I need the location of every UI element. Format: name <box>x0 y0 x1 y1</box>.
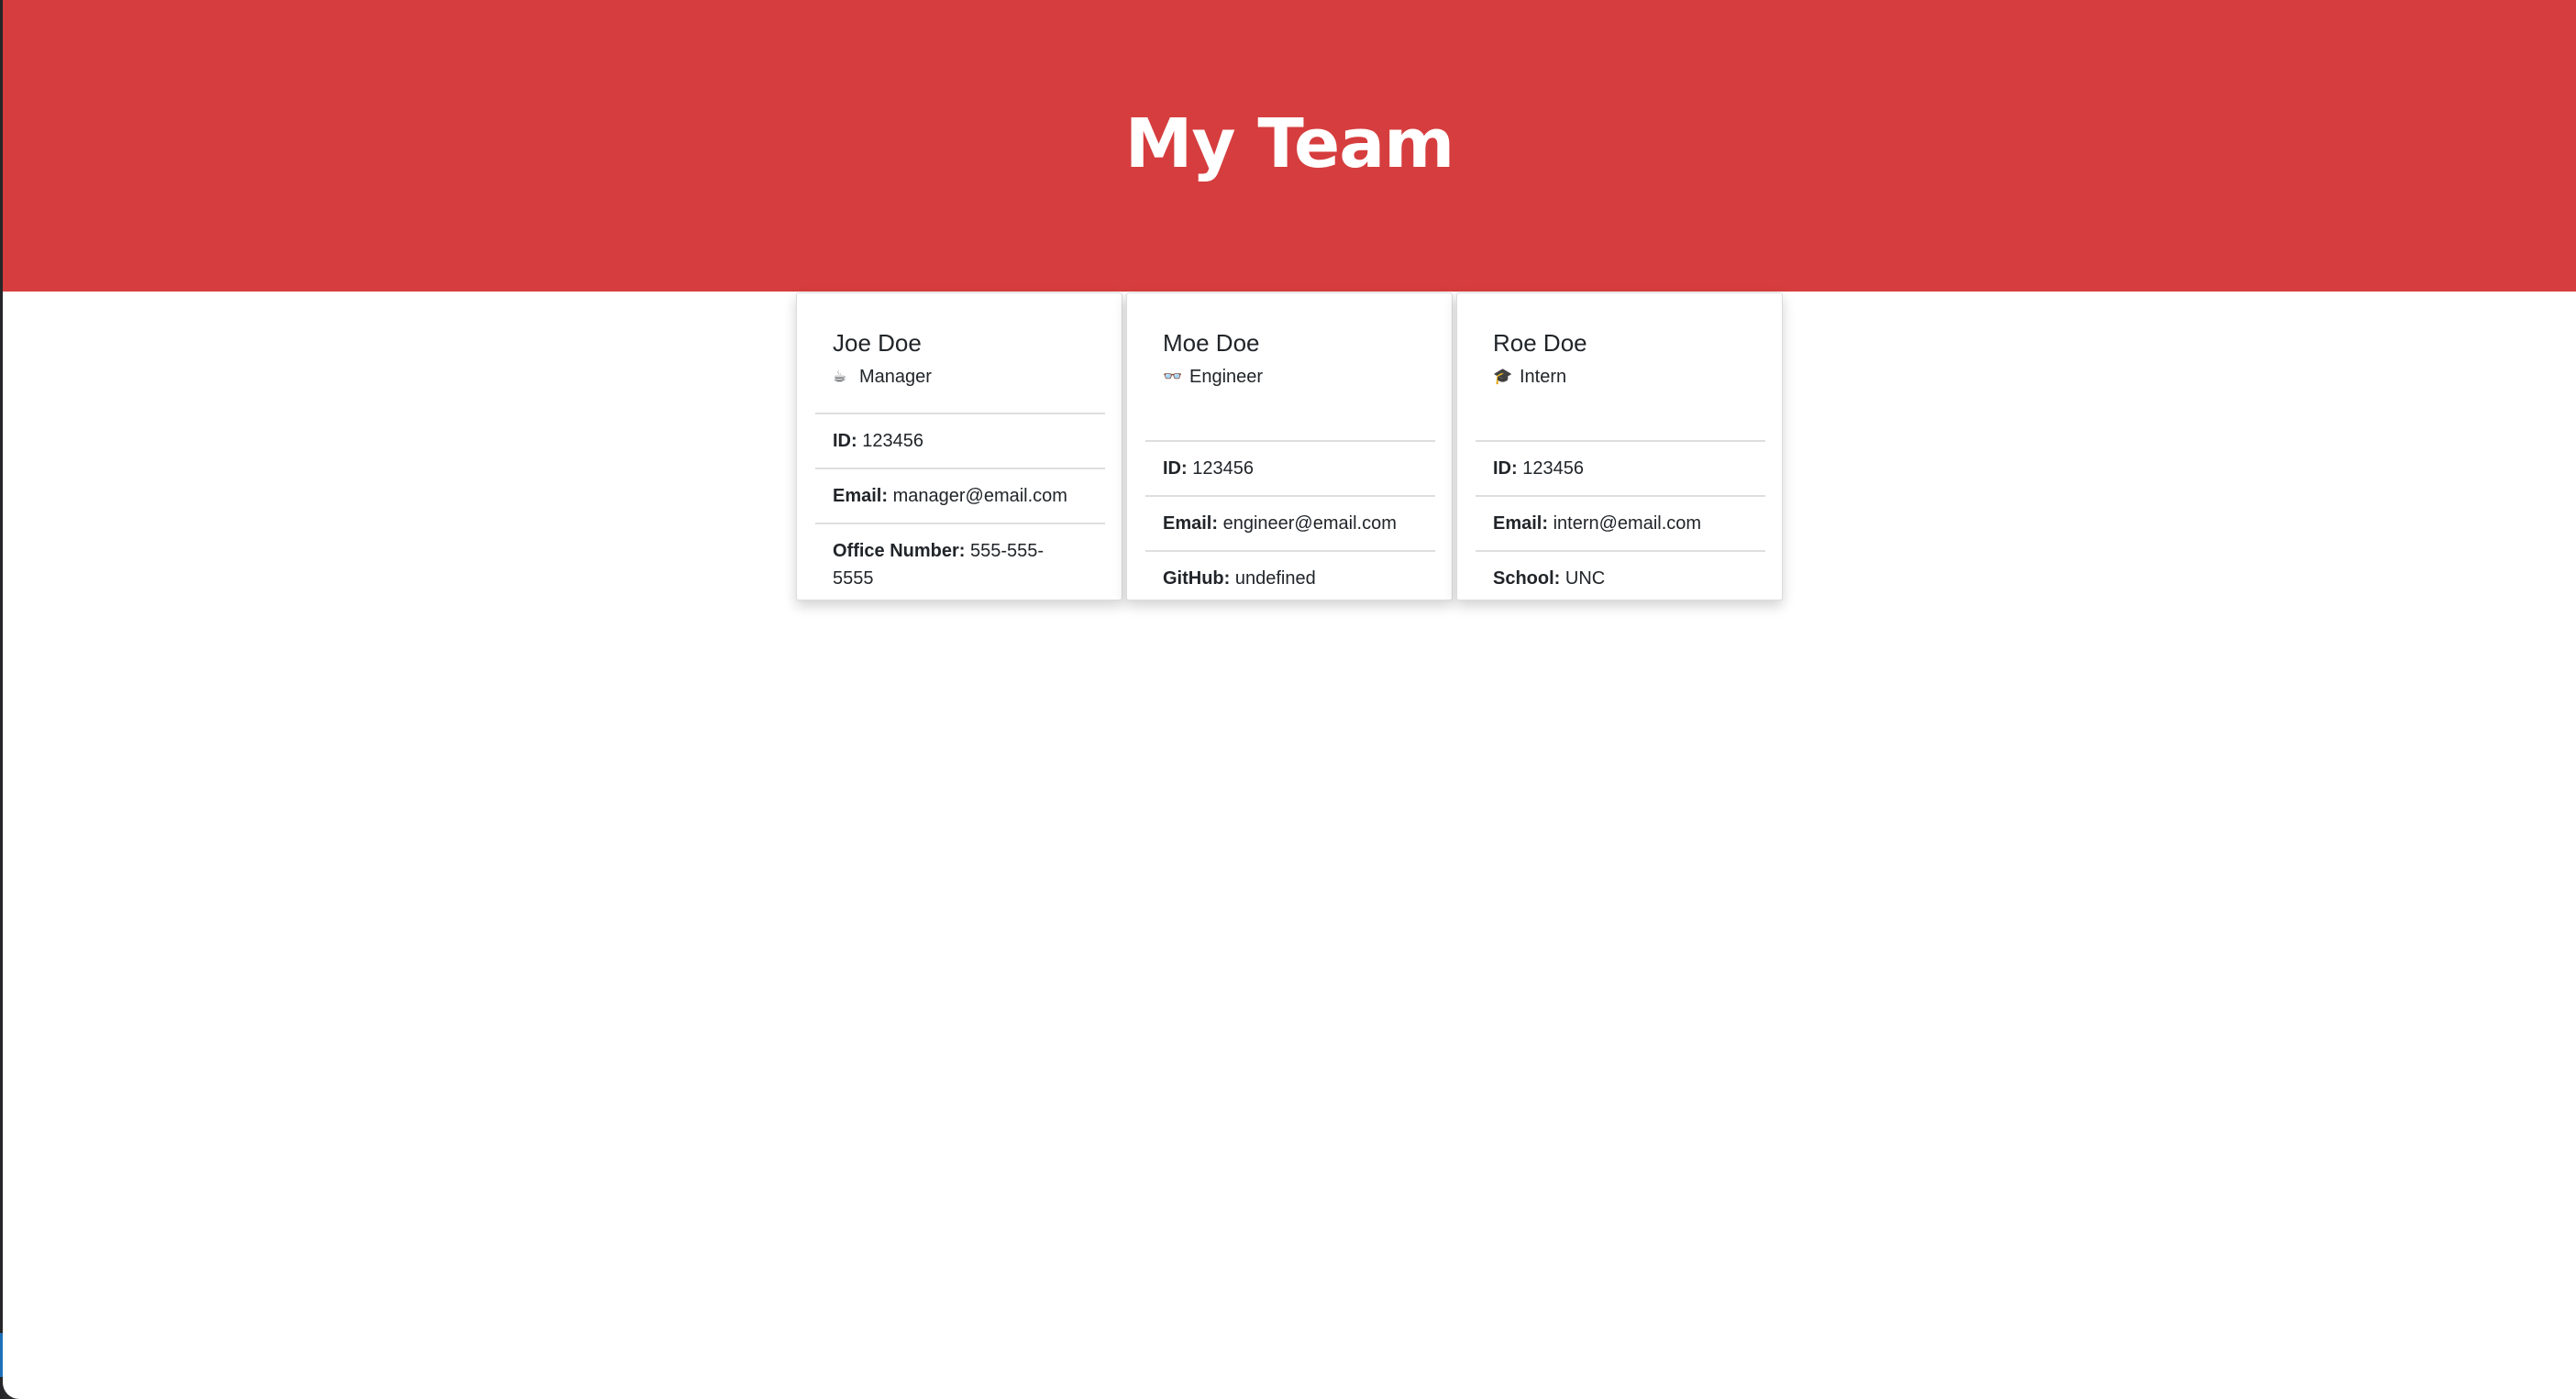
employee-role: ☕ Manager <box>833 365 1122 389</box>
detail-id: ID: 123456 <box>815 413 1105 468</box>
employee-name: Roe Doe <box>1493 329 1587 357</box>
graduation-cap-icon: 🎓 <box>1493 368 1513 386</box>
detail-label: Email: <box>833 486 889 506</box>
employee-name: Moe Doe <box>1163 329 1260 357</box>
page-header: My Team <box>3 0 2576 292</box>
detail-email: Email: manager@email.com <box>815 468 1105 523</box>
card-header: Joe Doe ☕ Manager <box>797 293 1122 389</box>
detail-label: ID: <box>1163 458 1188 479</box>
detail-label: Email: <box>1493 513 1549 534</box>
employee-card-engineer: Moe Doe 👓 Engineer ID: 123456 Email: eng… <box>1126 292 1453 600</box>
email-link[interactable]: manager@email.com <box>893 486 1067 506</box>
email-link[interactable]: engineer@email.com <box>1223 513 1397 534</box>
card-header: Roe Doe 🎓 Intern <box>1457 293 1782 389</box>
detail-label: ID: <box>833 431 857 451</box>
detail-value: 123456 <box>1522 458 1584 479</box>
detail-label: School: <box>1493 568 1561 589</box>
page-title: My Team <box>1124 105 1455 183</box>
detail-office-number: Office Number: 555-555-5555 <box>815 523 1105 605</box>
employee-details-list: ID: 123456 Email: manager@email.com Offi… <box>815 413 1105 605</box>
detail-email: Email: intern@email.com <box>1476 495 1765 550</box>
employee-role-label: Manager <box>859 367 932 387</box>
employee-details-list: ID: 123456 Email: engineer@email.com Git… <box>1145 440 1435 605</box>
detail-label: Email: <box>1163 513 1219 534</box>
employee-name: Joe Doe <box>833 329 922 357</box>
detail-value: 123456 <box>1192 458 1254 479</box>
detail-id: ID: 123456 <box>1145 440 1435 495</box>
detail-school: School: UNC <box>1476 550 1765 605</box>
glasses-icon: 👓 <box>1163 368 1183 386</box>
team-cards-container: Joe Doe ☕ Manager ID: 123456 Email: mana… <box>796 292 1783 600</box>
detail-value: UNC <box>1564 568 1606 589</box>
detail-value: 123456 <box>862 431 923 451</box>
employee-role-label: Intern <box>1520 367 1567 387</box>
card-header: Moe Doe 👓 Engineer <box>1127 293 1452 389</box>
detail-label: Office Number: <box>833 541 966 561</box>
detail-label: GitHub: <box>1163 568 1231 589</box>
hot-beverage-icon: ☕ <box>833 368 847 386</box>
employee-card-intern: Roe Doe 🎓 Intern ID: 123456 Email: inter… <box>1456 292 1783 600</box>
email-link[interactable]: intern@email.com <box>1553 513 1701 534</box>
detail-label: ID: <box>1493 458 1518 479</box>
employee-role-label: Engineer <box>1189 367 1264 387</box>
github-link[interactable]: undefined <box>1235 568 1316 589</box>
employee-role: 👓 Engineer <box>1163 365 1452 389</box>
detail-github: GitHub: undefined <box>1145 550 1435 605</box>
detail-email: Email: engineer@email.com <box>1145 495 1435 550</box>
employee-card-manager: Joe Doe ☕ Manager ID: 123456 Email: mana… <box>796 292 1122 600</box>
detail-id: ID: 123456 <box>1476 440 1765 495</box>
employee-details-list: ID: 123456 Email: intern@email.com Schoo… <box>1476 440 1765 605</box>
browser-page: My Team Joe Doe ☕ Manager ID: 123456 Ema… <box>3 0 2576 1399</box>
employee-role: 🎓 Intern <box>1493 365 1782 389</box>
